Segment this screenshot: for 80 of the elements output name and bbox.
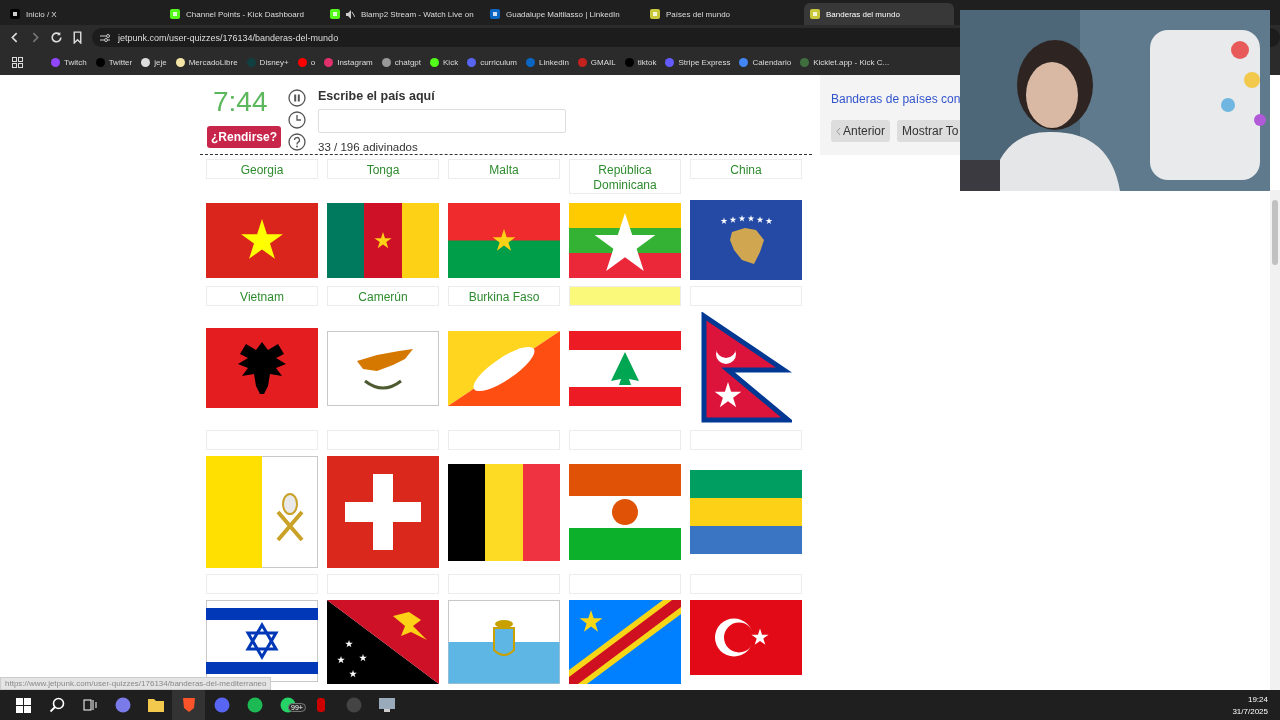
answer-cell: Georgia bbox=[206, 159, 318, 179]
site-icon bbox=[526, 58, 536, 67]
bookmark[interactable]: chatgpt bbox=[381, 58, 421, 67]
bookmark[interactable]: Twitch bbox=[51, 58, 87, 67]
site-icon bbox=[95, 58, 105, 67]
site-icon bbox=[624, 58, 634, 67]
browser-tab[interactable]: Guadalupe Maitilasso | LinkedIn bbox=[484, 3, 634, 25]
site-info-icon[interactable] bbox=[100, 32, 110, 43]
site-icon bbox=[739, 58, 749, 67]
apps-icon[interactable] bbox=[12, 57, 23, 68]
site-icon bbox=[51, 58, 60, 67]
site-icon bbox=[175, 58, 185, 67]
bookmark[interactable]: Calendario bbox=[739, 58, 792, 67]
bookmark[interactable]: MercadoLibre bbox=[175, 58, 238, 67]
bookmark[interactable]: tiktok bbox=[624, 58, 657, 67]
site-icon bbox=[800, 58, 810, 67]
bookmark[interactable]: Linkedin bbox=[526, 58, 569, 67]
answer-cell: Tonga bbox=[327, 159, 439, 179]
bookmark[interactable]: Disney+ bbox=[246, 58, 289, 67]
bookmark[interactable]: Kicklet.app - Kick C... bbox=[800, 58, 890, 67]
bookmark[interactable]: curriculum bbox=[467, 58, 518, 67]
clock-time[interactable]: 19:24 bbox=[1232, 694, 1268, 704]
bookmark[interactable]: jeje bbox=[141, 58, 167, 67]
answer-cell: República Dominicana bbox=[569, 159, 681, 194]
site-icon bbox=[170, 9, 180, 19]
browser-tab[interactable]: Inicio / X bbox=[4, 3, 154, 25]
browser-tab[interactable]: Banderas del mundo bbox=[804, 3, 954, 25]
bookmark-button[interactable] bbox=[71, 31, 84, 44]
browser-tab[interactable]: Channel Points - Kick Dashboard bbox=[164, 3, 314, 25]
site-icon bbox=[810, 9, 820, 19]
app-icon[interactable] bbox=[114, 697, 131, 713]
app-icon[interactable] bbox=[246, 697, 263, 713]
site-icon bbox=[324, 58, 334, 67]
prompt-label: Escribe el país aquí bbox=[318, 89, 436, 103]
site-icon bbox=[577, 58, 587, 67]
help-icon[interactable] bbox=[288, 133, 306, 151]
site-icon bbox=[650, 9, 660, 19]
previous-button[interactable]: Anterior bbox=[831, 120, 891, 142]
task-view-icon[interactable] bbox=[82, 698, 97, 712]
clock-icon[interactable] bbox=[288, 111, 306, 129]
site-icon bbox=[467, 58, 477, 67]
answer-cell: Vietnam bbox=[206, 286, 318, 306]
site-icon bbox=[430, 58, 439, 67]
browser-tab[interactable]: Países del mundo bbox=[644, 3, 794, 25]
progress-text: 33 / 196 adivinados bbox=[318, 141, 419, 153]
site-icon bbox=[297, 58, 307, 67]
bookmark[interactable]: Stripe Express bbox=[665, 58, 731, 67]
answer-cell: China bbox=[690, 159, 802, 179]
reload-button[interactable] bbox=[50, 31, 63, 44]
bookmark[interactable]: Instagram bbox=[324, 58, 373, 67]
site-icon bbox=[141, 58, 151, 67]
site-icon bbox=[490, 9, 500, 19]
bookmark[interactable]: Kick bbox=[430, 58, 459, 67]
folder-icon[interactable] bbox=[147, 698, 164, 712]
site-icon bbox=[246, 58, 256, 67]
scrollbar-thumb[interactable] bbox=[1272, 200, 1278, 265]
chevron-icon bbox=[836, 126, 841, 136]
site-icon bbox=[665, 58, 675, 67]
site-icon bbox=[10, 9, 20, 19]
start-button[interactable] bbox=[16, 697, 31, 713]
answer-field[interactable] bbox=[318, 109, 566, 133]
quiz-link[interactable]: Banderas de países con bbox=[831, 92, 960, 106]
site-icon bbox=[381, 58, 391, 67]
bookmark[interactable]: o bbox=[297, 58, 316, 67]
show-button[interactable]: Mostrar To bbox=[897, 120, 960, 142]
status-url: https://www.jetpunk.com/user-quizzes/176134/banderas-del-mediterraneo bbox=[0, 677, 272, 690]
app-icon[interactable] bbox=[378, 698, 395, 712]
give-up-button[interactable]: ¿Rendirse? bbox=[207, 126, 281, 148]
clock-date[interactable]: 31/7/2025 bbox=[1232, 706, 1268, 716]
bookmark[interactable]: GMAIL bbox=[577, 58, 616, 67]
answer-cell: Malta bbox=[448, 159, 560, 179]
scrollbar[interactable] bbox=[1270, 190, 1280, 690]
site-icon bbox=[330, 9, 340, 19]
pause-button[interactable] bbox=[288, 89, 306, 107]
browser-tab[interactable]: Blamp2 Stream - Watch Live on bbox=[324, 3, 474, 25]
quiz-timer: 7:44 bbox=[213, 87, 268, 117]
bookmark[interactable]: Twitter bbox=[95, 58, 133, 67]
search-icon[interactable] bbox=[48, 697, 65, 713]
answer-cell: Burkina Faso bbox=[448, 286, 560, 306]
answer-cell: Camerún bbox=[327, 286, 439, 306]
